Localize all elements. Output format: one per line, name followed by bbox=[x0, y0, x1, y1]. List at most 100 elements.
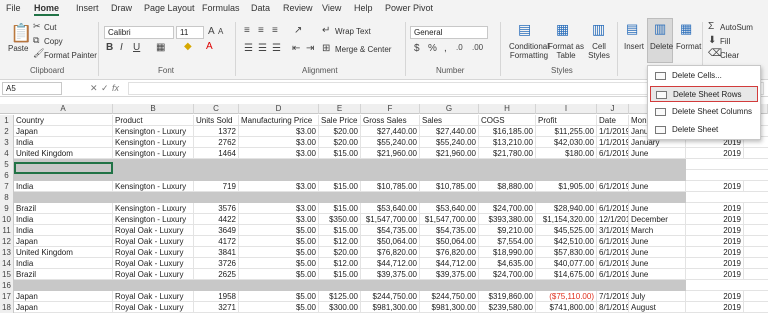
cell[interactable]: $15.00 bbox=[319, 269, 361, 280]
cell[interactable]: $10,785.00 bbox=[420, 181, 479, 192]
cell[interactable]: ($75,110.00) bbox=[536, 291, 597, 302]
cell[interactable]: $8,880.00 bbox=[479, 181, 536, 192]
column-header[interactable]: F bbox=[361, 104, 420, 114]
cell[interactable] bbox=[239, 170, 319, 181]
cell[interactable]: August bbox=[629, 302, 686, 313]
cell[interactable]: United Kingdom bbox=[14, 247, 113, 258]
row-header[interactable]: 12 bbox=[0, 236, 14, 247]
cell[interactable] bbox=[319, 159, 361, 170]
cell[interactable]: $53,640.00 bbox=[361, 203, 420, 214]
cell[interactable]: 3271 bbox=[194, 302, 239, 313]
function-icon[interactable]: fx bbox=[112, 83, 119, 93]
enter-icon[interactable]: ✓ bbox=[101, 83, 109, 94]
cell[interactable]: 6/1/2019 bbox=[597, 258, 629, 269]
decrease-decimal-icon[interactable]: .00 bbox=[472, 44, 483, 52]
cell[interactable] bbox=[319, 170, 361, 181]
cell[interactable]: $76,820.00 bbox=[420, 247, 479, 258]
cell[interactable]: India bbox=[14, 214, 113, 225]
align-top-icon[interactable]: ≡ bbox=[244, 26, 250, 36]
cell[interactable]: $180.00 bbox=[536, 148, 597, 159]
cell[interactable] bbox=[239, 280, 319, 291]
cell[interactable]: 3649 bbox=[194, 225, 239, 236]
cell[interactable]: Royal Oak - Luxury bbox=[113, 236, 194, 247]
align-middle-icon[interactable]: ≡ bbox=[258, 26, 264, 36]
column-header[interactable]: E bbox=[319, 104, 361, 114]
cell[interactable]: $5.00 bbox=[239, 269, 319, 280]
insert-button[interactable]: Insert bbox=[624, 42, 644, 51]
cell[interactable] bbox=[113, 159, 194, 170]
cell[interactable]: 2019 bbox=[686, 302, 744, 313]
menu-page-layout[interactable]: Page Layout bbox=[144, 3, 195, 13]
cell[interactable]: 1/1/2019 bbox=[597, 126, 629, 137]
cell[interactable] bbox=[597, 159, 629, 170]
cell[interactable]: $20.00 bbox=[319, 137, 361, 148]
cell[interactable]: Japan bbox=[14, 291, 113, 302]
cell[interactable]: $11,255.00 bbox=[536, 126, 597, 137]
increase-decimal-icon[interactable]: .0 bbox=[456, 44, 463, 52]
cell[interactable]: India bbox=[14, 137, 113, 148]
row-header[interactable]: 11 bbox=[0, 225, 14, 236]
cell[interactable]: $45,525.00 bbox=[536, 225, 597, 236]
cell[interactable]: $5.00 bbox=[239, 291, 319, 302]
format-button[interactable]: Format bbox=[676, 42, 701, 51]
cell[interactable] bbox=[113, 280, 194, 291]
cell[interactable] bbox=[239, 192, 319, 203]
cell[interactable] bbox=[629, 280, 686, 291]
cell[interactable]: $5.00 bbox=[239, 302, 319, 313]
cell[interactable]: June bbox=[629, 247, 686, 258]
cell[interactable]: $13,210.00 bbox=[479, 137, 536, 148]
cell[interactable] bbox=[597, 192, 629, 203]
cell[interactable]: 2019 bbox=[686, 236, 744, 247]
column-header[interactable]: J bbox=[597, 104, 629, 114]
cell[interactable] bbox=[113, 192, 194, 203]
borders-icon[interactable]: ▦ bbox=[156, 43, 165, 53]
cell[interactable]: Units Sold bbox=[194, 115, 239, 126]
cell[interactable]: $15.00 bbox=[319, 225, 361, 236]
cell[interactable]: 3/1/2019 bbox=[597, 225, 629, 236]
cell[interactable] bbox=[479, 170, 536, 181]
delete-sheet-item[interactable]: Delete Sheet bbox=[650, 122, 758, 138]
cell[interactable]: $5.00 bbox=[239, 247, 319, 258]
cell[interactable]: COGS bbox=[479, 115, 536, 126]
cell[interactable] bbox=[536, 159, 597, 170]
copy-button[interactable]: Copy bbox=[44, 37, 63, 46]
grow-font-icon[interactable]: A bbox=[208, 27, 215, 37]
cell[interactable]: $20.00 bbox=[319, 247, 361, 258]
cell[interactable]: $15.00 bbox=[319, 181, 361, 192]
cell[interactable] bbox=[420, 159, 479, 170]
menu-file[interactable]: File bbox=[6, 3, 21, 13]
cell[interactable]: Japan bbox=[14, 236, 113, 247]
cell[interactable]: 7/1/2019 bbox=[597, 291, 629, 302]
menu-review[interactable]: Review bbox=[283, 3, 313, 13]
cell[interactable]: June bbox=[629, 269, 686, 280]
cell[interactable]: July bbox=[629, 291, 686, 302]
cell[interactable] bbox=[479, 280, 536, 291]
fill-button[interactable]: Fill bbox=[720, 37, 730, 46]
align-center-icon[interactable]: ☰ bbox=[258, 44, 267, 54]
cell[interactable]: $12.00 bbox=[319, 258, 361, 269]
cell[interactable]: Royal Oak - Luxury bbox=[113, 269, 194, 280]
cell[interactable]: $319,860.00 bbox=[479, 291, 536, 302]
autosum-button[interactable]: AutoSum bbox=[720, 23, 753, 32]
cell[interactable]: Royal Oak - Luxury bbox=[113, 225, 194, 236]
cell[interactable]: 1372 bbox=[194, 126, 239, 137]
cell[interactable]: $50,064.00 bbox=[361, 236, 420, 247]
column-header[interactable]: I bbox=[536, 104, 597, 114]
cell[interactable]: $39,375.00 bbox=[361, 269, 420, 280]
cell[interactable] bbox=[420, 170, 479, 181]
menu-data[interactable]: Data bbox=[251, 3, 270, 13]
column-header[interactable]: C bbox=[194, 104, 239, 114]
cell[interactable] bbox=[194, 192, 239, 203]
cell[interactable]: Japan bbox=[14, 302, 113, 313]
currency-icon[interactable]: $ bbox=[414, 44, 420, 54]
cell[interactable]: Royal Oak - Luxury bbox=[113, 247, 194, 258]
cell[interactable] bbox=[319, 280, 361, 291]
cell[interactable]: $50,064.00 bbox=[420, 236, 479, 247]
cell[interactable]: $9,210.00 bbox=[479, 225, 536, 236]
cell[interactable]: 6/1/2019 bbox=[597, 236, 629, 247]
cell[interactable]: Country bbox=[14, 115, 113, 126]
row-header[interactable]: 7 bbox=[0, 181, 14, 192]
cell[interactable]: $5.00 bbox=[239, 225, 319, 236]
delete-sheet-columns-item[interactable]: Delete Sheet Columns bbox=[650, 104, 758, 120]
cell[interactable]: $21,960.00 bbox=[361, 148, 420, 159]
